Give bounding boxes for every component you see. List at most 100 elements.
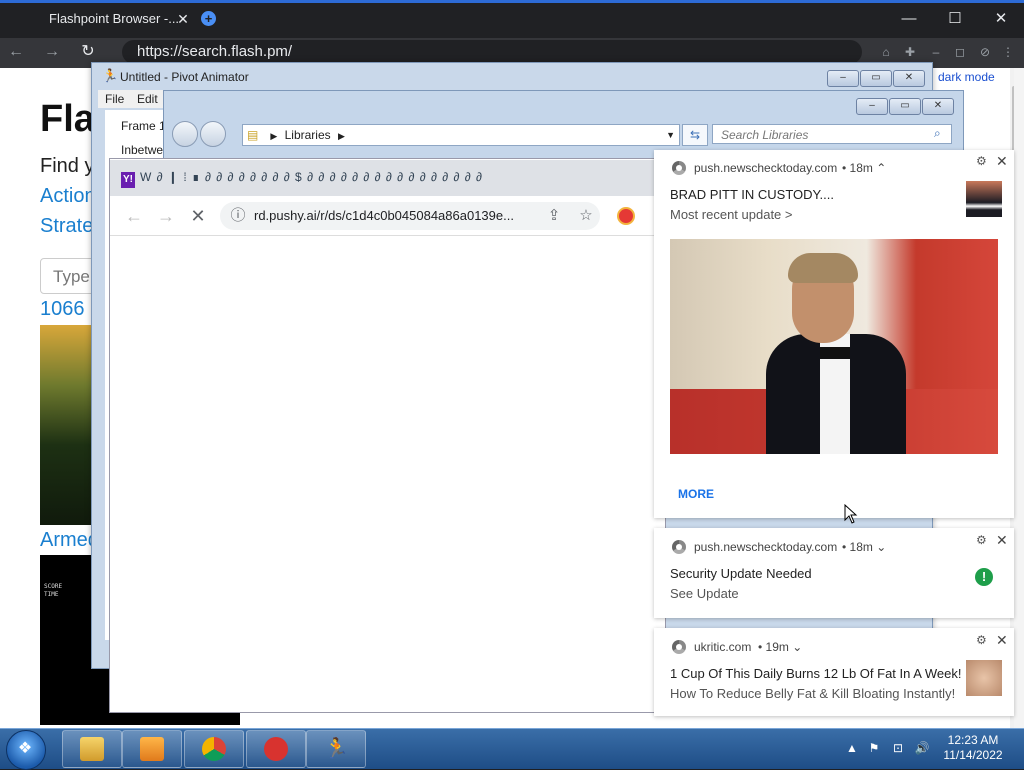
menu-icon[interactable]: ⋮ (998, 42, 1018, 62)
game-score-label: SCORE (44, 583, 63, 590)
pivot-maximize-button[interactable]: ▭ (860, 70, 892, 87)
page-title: Fla (40, 98, 95, 140)
action-center-icon[interactable]: ⚑ (866, 740, 882, 756)
reload-button[interactable]: ↻ (76, 40, 100, 64)
explorer-back-icon[interactable] (172, 121, 198, 147)
info-icon[interactable]: ⓘ (228, 207, 248, 225)
media-player-icon (140, 737, 164, 761)
extension-icon[interactable]: – (926, 42, 946, 62)
star-icon[interactable]: ☆ (576, 207, 596, 225)
extension-icon[interactable]: ◻ (950, 42, 970, 62)
notification-time[interactable]: • 19m ⌄ (758, 640, 802, 654)
notification-time[interactable]: • 18m ⌄ (842, 540, 886, 554)
explorer-forward-icon[interactable] (200, 121, 226, 147)
explorer-nav-buttons[interactable] (172, 121, 226, 147)
share-icon[interactable]: ⇪ (544, 207, 564, 225)
close-icon[interactable]: ✕ (996, 632, 1008, 649)
flashpoint-icon (264, 737, 288, 761)
taskbar-flashpoint[interactable] (246, 730, 306, 768)
chrome-icon (672, 540, 686, 554)
menu-edit[interactable]: Edit (137, 92, 158, 106)
gear-icon[interactable]: ⚙ (976, 533, 987, 547)
maximize-button[interactable]: ☐ (935, 8, 975, 30)
dropdown-icon[interactable]: ▼ (666, 125, 675, 145)
pivot-window-title: Untitled - Pivot Animator (120, 70, 249, 84)
back-button[interactable]: ← (4, 40, 28, 64)
taskbar-pivot[interactable]: 🏃 (306, 730, 366, 768)
explorer-minimize-button[interactable]: – (856, 98, 888, 115)
explorer-close-button[interactable]: ✕ (922, 98, 954, 115)
taskbar-media-player[interactable] (122, 730, 182, 768)
chrome-icon (672, 161, 686, 175)
notification-source: push.newschecktoday.com (694, 161, 838, 175)
close-icon[interactable]: ✕ (996, 532, 1008, 549)
search-icon[interactable]: ⌕ (934, 126, 941, 141)
bookmark-icon[interactable]: ✚ (900, 42, 920, 62)
explorer-refresh-icon[interactable]: ⇆ (682, 124, 708, 146)
forward-button[interactable]: → (40, 40, 64, 64)
menu-file[interactable]: File (105, 92, 124, 106)
tray-expand-icon[interactable]: ▲ (844, 740, 860, 756)
yahoo-icon[interactable]: Y! (121, 172, 135, 188)
frame-label: Frame 1 (121, 119, 166, 133)
gear-icon[interactable]: ⚙ (976, 154, 987, 168)
clock-date: 11/14/2022 (943, 748, 1003, 762)
chrome-url[interactable]: rd.pushy.ai/r/ds/c1d4c0b045084a86a0139e.… (254, 208, 514, 223)
game-title-1066[interactable]: 1066 (40, 298, 85, 321)
minimize-button[interactable]: — (889, 8, 929, 30)
category-link-strategy[interactable]: Strate (40, 215, 93, 238)
notification-subtitle[interactable]: Most recent update > (670, 207, 793, 222)
extension-icon[interactable]: ⊘ (975, 42, 995, 62)
inbetween-label: Inbetwe (121, 143, 164, 157)
accent-line (0, 0, 1024, 3)
notification-more-button[interactable]: MORE (678, 487, 714, 501)
chrome-back-icon[interactable]: ← (122, 204, 146, 228)
notification-thumbnail (966, 660, 1002, 696)
close-button[interactable]: ✕ (981, 8, 1021, 30)
clock-time: 12:23 AM (947, 733, 999, 747)
notification-title[interactable]: 1 Cup Of This Daily Burns 12 Lb Of Fat I… (670, 666, 961, 681)
library-icon: ▤ (247, 128, 259, 142)
extension-icons-strip[interactable]: W ∂ ❙ ⁞ ∎ ∂ ∂ ∂ ∂ ∂ ∂ ∂ ∂ $ ∂ ∂ ∂ ∂ ∂ ∂ … (140, 170, 483, 190)
chrome-icon (202, 737, 226, 761)
clock[interactable]: 12:23 AM 11/14/2022 (940, 733, 1006, 763)
notification-title[interactable]: Security Update Needed (670, 566, 812, 581)
close-icon[interactable]: ✕ (996, 153, 1008, 170)
explorer-maximize-button[interactable]: ▭ (889, 98, 921, 115)
notification-subtitle[interactable]: How To Reduce Belly Fat & Kill Bloating … (670, 686, 955, 701)
browser-tab[interactable]: Flashpoint Browser -... (34, 6, 196, 36)
gear-icon[interactable]: ⚙ (976, 633, 987, 647)
notification-thumbnail (966, 181, 1002, 217)
dark-mode-link[interactable]: dark mode (938, 70, 995, 84)
taskbar-explorer[interactable] (62, 730, 122, 768)
notification-subtitle[interactable]: See Update (670, 586, 739, 601)
pivot-close-button[interactable]: ✕ (893, 70, 925, 87)
notification-title[interactable]: BRAD PITT IN CUSTODY.... (670, 187, 834, 202)
taskbar-chrome[interactable] (184, 730, 244, 768)
new-tab-button[interactable]: + (201, 11, 216, 26)
notification-image[interactable] (670, 239, 998, 454)
category-link-action[interactable]: Action (40, 185, 96, 208)
explorer-address-bar[interactable]: ▤ ▶ Libraries ▶ ▼ (242, 124, 680, 146)
network-icon[interactable]: ⊡ (890, 740, 906, 756)
notification-time[interactable]: • 18m ⌃ (842, 161, 886, 175)
windows-logo-icon: ❖ (17, 740, 33, 757)
address-bar[interactable]: https://search.flash.pm/ (122, 40, 862, 64)
home-icon[interactable]: ⌂ (876, 42, 896, 62)
extension-badge-icon[interactable] (617, 207, 635, 225)
stickman-icon: 🏃 (324, 738, 349, 760)
breadcrumb-libraries[interactable]: Libraries (285, 128, 331, 142)
chrome-forward-icon[interactable]: → (154, 204, 178, 228)
notification-source: push.newschecktoday.com (694, 540, 838, 554)
notification-source: ukritic.com (694, 640, 752, 654)
explorer-search-input[interactable]: Search Libraries (712, 124, 952, 144)
breadcrumb-arrow-icon: ▶ (270, 131, 278, 141)
alert-icon: ! (975, 568, 993, 586)
volume-icon[interactable]: 🔊 (914, 740, 930, 756)
chrome-stop-icon[interactable]: ✕ (186, 204, 210, 228)
tab-close-icon[interactable]: ✕ (174, 10, 192, 28)
game-time-label: TIME (44, 591, 59, 598)
folder-icon (80, 737, 104, 761)
notification-scrollbar[interactable] (1014, 68, 1024, 728)
pivot-minimize-button[interactable]: – (827, 70, 859, 87)
